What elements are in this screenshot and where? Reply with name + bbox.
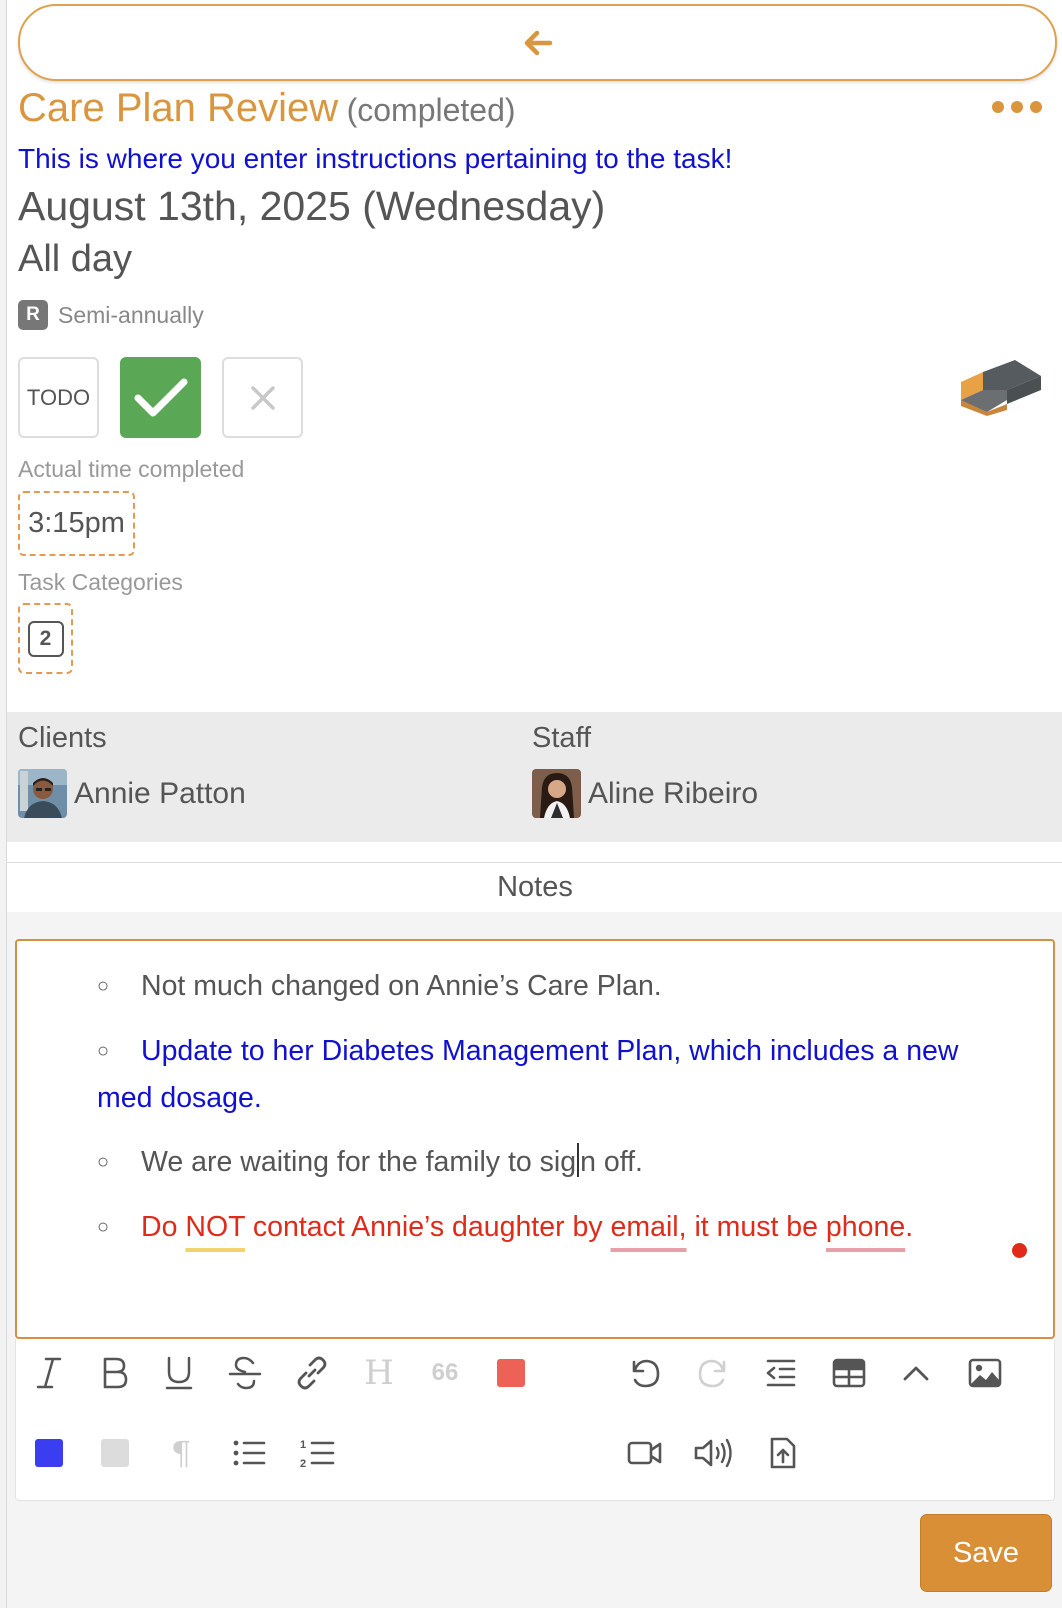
eraser-icon[interactable]: [959, 360, 1041, 423]
svg-text:2: 2: [300, 1458, 306, 1469]
bullet-icon: ○: [97, 1216, 110, 1238]
text-caret: [577, 1143, 580, 1177]
save-button[interactable]: Save: [920, 1514, 1052, 1592]
arrow-left-icon: [524, 30, 552, 55]
redo-icon[interactable]: [688, 1348, 738, 1398]
task-time: All day: [18, 238, 133, 280]
highlight-gray-icon[interactable]: [90, 1428, 140, 1478]
strikethrough-icon[interactable]: [220, 1348, 270, 1398]
editor-toolbar: H 66 ¶ 1 2: [15, 1339, 1055, 1501]
underline-icon[interactable]: [154, 1348, 204, 1398]
done-status-button[interactable]: [120, 357, 201, 438]
task-categories-label: Task Categories: [18, 569, 183, 595]
spelling-underline[interactable]: email,: [611, 1211, 687, 1243]
client-avatar: [18, 769, 67, 818]
bold-icon[interactable]: [89, 1348, 139, 1398]
task-title-row: Care Plan Review (completed): [18, 86, 516, 131]
outdent-icon[interactable]: [756, 1348, 806, 1398]
image-icon[interactable]: [960, 1348, 1010, 1398]
actual-time-value: 3:15pm: [28, 507, 125, 539]
staff-item[interactable]: Aline Ribeiro: [532, 769, 758, 818]
heading-icon[interactable]: H: [354, 1348, 404, 1398]
client-item[interactable]: Annie Patton: [18, 769, 246, 818]
notes-editor-section: ○ Not much changed on Annie’s Care Plan. …: [7, 912, 1062, 1608]
people-section: Clients Annie Patton Staff Aline Ribeiro: [7, 712, 1062, 842]
video-icon[interactable]: [620, 1428, 670, 1478]
task-status-text: (completed): [346, 92, 516, 128]
recurrence-badge: R: [18, 300, 48, 330]
more-options-icon[interactable]: [992, 92, 1042, 122]
task-categories-field[interactable]: 2: [18, 603, 73, 674]
staff-column: Staff Aline Ribeiro: [532, 712, 758, 818]
clients-label: Clients: [18, 722, 107, 754]
bullet-icon: ○: [97, 1151, 110, 1173]
notes-heading: Notes: [7, 862, 1062, 912]
bullet-list-icon[interactable]: [224, 1428, 274, 1478]
table-icon[interactable]: [824, 1348, 874, 1398]
numbered-list-icon[interactable]: 12: [292, 1428, 342, 1478]
task-detail-page: Care Plan Review (completed) This is whe…: [6, 0, 1062, 1608]
paragraph-icon[interactable]: ¶: [156, 1428, 206, 1478]
note-item: ○ Do NOT contact Annie’s daughter by emai…: [97, 1204, 987, 1251]
notes-editor[interactable]: ○ Not much changed on Annie’s Care Plan. …: [15, 939, 1055, 1339]
staff-avatar: [532, 769, 581, 818]
audio-icon[interactable]: [688, 1428, 738, 1478]
clients-column: Clients Annie Patton: [18, 712, 246, 818]
note-item: ○ Update to her Diabetes Management Plan,…: [97, 1028, 987, 1122]
highlight-blue-icon[interactable]: [24, 1428, 74, 1478]
recurrence-info: R Semi-annually: [18, 300, 204, 330]
note-item: ○ Not much changed on Annie’s Care Plan.: [97, 963, 987, 1010]
task-date: August 13th, 2025 (Wednesday): [18, 183, 606, 229]
undo-icon[interactable]: [620, 1348, 670, 1398]
check-icon: [134, 378, 187, 416]
spelling-underline[interactable]: phone: [826, 1211, 905, 1243]
recurrence-text: Semi-annually: [58, 301, 204, 328]
page-title: Care Plan Review: [18, 86, 339, 130]
actual-time-label: Actual time completed: [18, 456, 245, 482]
categories-count-badge: 2: [27, 620, 64, 657]
client-name: Annie Patton: [74, 776, 246, 810]
staff-name: Aline Ribeiro: [588, 776, 759, 810]
italic-icon[interactable]: [24, 1348, 74, 1398]
text-color-icon[interactable]: [486, 1348, 536, 1398]
todo-status-button[interactable]: TODO: [18, 357, 99, 438]
actual-time-field[interactable]: 3:15pm: [18, 491, 135, 556]
staff-label: Staff: [532, 722, 592, 754]
grammar-underline[interactable]: NOT: [185, 1211, 245, 1243]
bullet-icon: ○: [97, 975, 110, 997]
note-item: ○ We are waiting for the family to sig n o…: [97, 1139, 987, 1186]
cancel-status-button[interactable]: [222, 357, 303, 438]
spellcheck-indicator-icon[interactable]: [1012, 1243, 1027, 1258]
quote-icon[interactable]: 66: [420, 1348, 470, 1398]
collapse-icon[interactable]: [891, 1348, 941, 1398]
bullet-icon: ○: [97, 1040, 110, 1062]
close-icon: [250, 385, 275, 410]
back-button[interactable]: [18, 4, 1057, 81]
task-instructions: This is where you enter instructions per…: [18, 143, 733, 174]
link-icon[interactable]: [287, 1348, 337, 1398]
file-upload-icon[interactable]: [758, 1428, 808, 1478]
svg-text:1: 1: [300, 1439, 306, 1451]
